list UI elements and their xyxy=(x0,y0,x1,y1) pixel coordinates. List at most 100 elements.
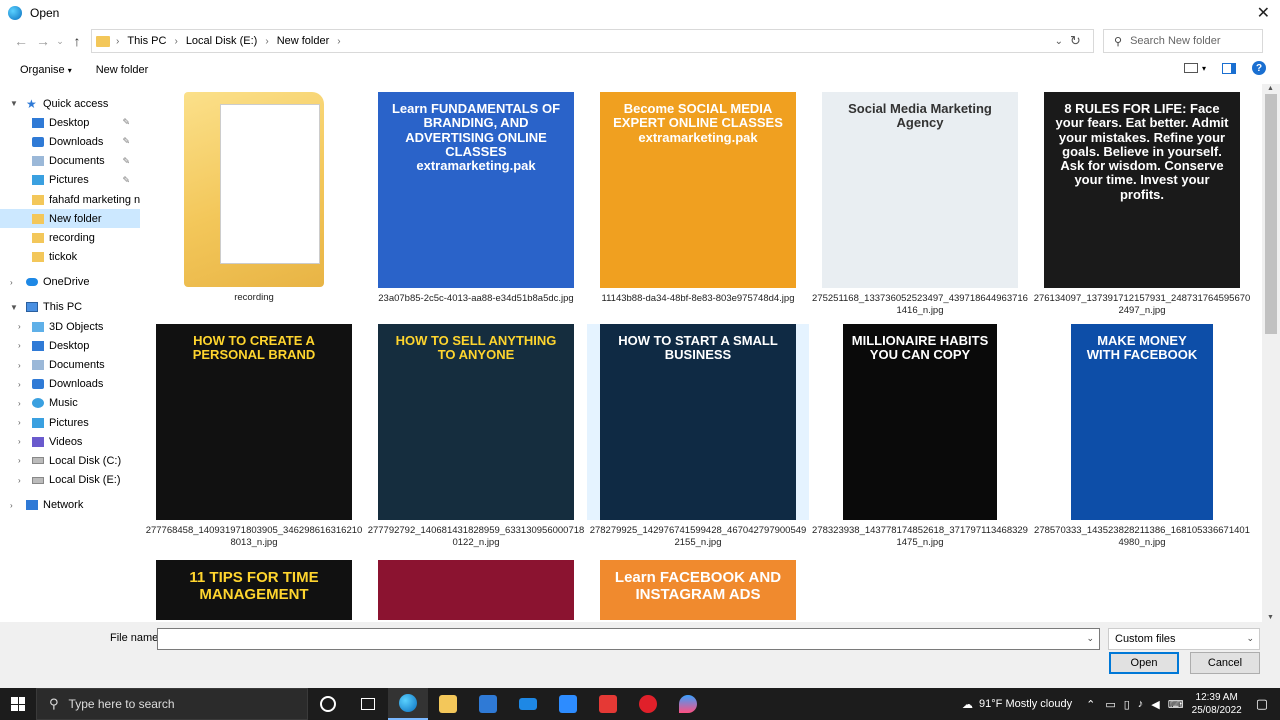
vertical-scrollbar[interactable]: ▲ ▼ xyxy=(1262,84,1280,622)
refresh-icon[interactable]: ↻ xyxy=(1070,33,1081,49)
image-file-tile[interactable]: Social Media Marketing Agency 275251168_1… xyxy=(809,92,1031,316)
volume-icon[interactable]: ◀ xyxy=(1151,698,1159,711)
up-arrow-icon[interactable]: ↑ xyxy=(66,33,88,49)
image-file-tile[interactable]: Learn FUNDAMENTALS OF BRANDING, AND ADVE… xyxy=(365,92,587,305)
weather-icon[interactable]: ☁ xyxy=(962,698,973,711)
file-explorer-icon[interactable] xyxy=(428,688,468,720)
task-view-icon[interactable] xyxy=(348,688,388,720)
chevron-right-icon[interactable]: › xyxy=(18,322,21,331)
nav-item[interactable]: Desktop ✎ xyxy=(0,113,140,132)
help-icon[interactable]: ? xyxy=(1252,61,1266,75)
microphone-icon[interactable]: ♪ xyxy=(1138,698,1144,710)
nav-item[interactable]: › Pictures xyxy=(0,413,140,432)
nav-item[interactable]: › 3D Objects xyxy=(0,317,140,336)
image-file-tile[interactable]: Learn FACEBOOK AND INSTAGRAM ADS xyxy=(587,560,809,620)
search-input[interactable]: ⚲ Search New folder xyxy=(1103,29,1263,53)
nav-item[interactable]: Downloads ✎ xyxy=(0,132,140,151)
nav-item[interactable]: › Downloads xyxy=(0,375,140,394)
nav-item[interactable]: tickok xyxy=(0,248,140,267)
start-button[interactable] xyxy=(0,688,36,720)
thumbnail-caption: Become SOCIAL MEDIA EXPERT ONLINE CLASSE… xyxy=(613,101,783,145)
chevron-right-icon[interactable]: › xyxy=(18,456,21,465)
image-file-tile[interactable]: 11 TIPS FOR TIME MANAGEMENT xyxy=(143,560,365,620)
clock[interactable]: 12:39 AM 25/08/2022 xyxy=(1192,691,1242,717)
new-folder-button[interactable]: New folder xyxy=(96,64,149,76)
chevron-right-icon[interactable]: › xyxy=(18,476,21,485)
nav-item[interactable]: recording xyxy=(0,228,140,247)
file-name-input[interactable]: ⌄ xyxy=(157,628,1100,650)
image-file-tile[interactable]: MAKE MONEY WITH FACEBOOK 278570333_143523… xyxy=(1031,324,1253,548)
image-file-tile[interactable]: MILLIONAIRE HABITS YOU CAN COPY 278323938… xyxy=(809,324,1031,548)
image-file-tile[interactable] xyxy=(365,560,587,620)
chevron-right-icon[interactable]: › xyxy=(10,501,13,510)
open-button[interactable]: Open xyxy=(1109,652,1179,674)
chevron-down-icon[interactable]: ⌄ xyxy=(1086,633,1094,644)
chevron-down-icon[interactable]: ▼ xyxy=(10,99,18,108)
file-name-label: 278279925_142976741599428_46704279790054… xyxy=(589,525,807,548)
nav-item[interactable]: Pictures ✎ xyxy=(0,171,140,190)
preview-pane-icon[interactable] xyxy=(1222,62,1236,74)
close-icon[interactable]: ✕ xyxy=(1257,3,1270,23)
chevron-right-icon[interactable]: › xyxy=(18,341,21,350)
store-icon[interactable] xyxy=(468,688,508,720)
forward-arrow-icon[interactable]: → xyxy=(32,33,54,49)
scroll-up-icon[interactable]: ▲ xyxy=(1267,85,1274,92)
address-bar[interactable]: › This PC › Local Disk (E:) › New folder… xyxy=(91,29,1094,53)
nav-item[interactable]: › Desktop xyxy=(0,336,140,355)
cancel-button[interactable]: Cancel xyxy=(1190,652,1260,674)
breadcrumb-this-pc[interactable]: This PC xyxy=(127,35,166,47)
weather-text[interactable]: 91°F Mostly cloudy xyxy=(979,698,1072,710)
back-arrow-icon[interactable]: ← xyxy=(10,33,32,49)
folder-tile[interactable]: recording xyxy=(143,92,365,304)
edge-app-icon xyxy=(8,6,22,20)
mail-icon[interactable] xyxy=(508,688,548,720)
nav-item[interactable]: New folder xyxy=(0,209,140,229)
nav-item[interactable]: fahafd marketing n xyxy=(0,190,140,209)
nav-item[interactable]: › Music xyxy=(0,394,140,413)
battery-icon[interactable]: ▯ xyxy=(1124,698,1130,711)
zoom-icon[interactable] xyxy=(548,688,588,720)
image-file-tile[interactable]: HOW TO SELL ANYTHING TO ANYONE 277792792_… xyxy=(365,324,587,548)
scroll-down-icon[interactable]: ▼ xyxy=(1267,614,1274,621)
cortana-icon[interactable] xyxy=(308,688,348,720)
nav-item[interactable]: ▼ This PC xyxy=(0,298,140,317)
nav-item[interactable]: ▼ ★ Quick access xyxy=(0,94,140,113)
nav-item[interactable]: › Network xyxy=(0,496,140,515)
breadcrumb-local-disk-e[interactable]: Local Disk (E:) xyxy=(186,35,258,47)
chevron-right-icon[interactable]: › xyxy=(18,380,21,389)
nav-item[interactable]: › Local Disk (C:) xyxy=(0,451,140,470)
scrollbar-thumb[interactable] xyxy=(1265,94,1277,334)
chevron-right-icon[interactable]: › xyxy=(18,418,21,427)
recent-dropdown-icon[interactable]: ⌄ xyxy=(54,36,66,47)
chevron-up-icon[interactable]: ⌃ xyxy=(1086,698,1095,711)
chevron-right-icon[interactable]: › xyxy=(18,361,21,370)
chevron-down-icon[interactable]: ▾ xyxy=(1202,64,1206,73)
chevron-down-icon[interactable]: ▼ xyxy=(10,303,18,312)
notifications-icon[interactable]: ▢ xyxy=(1256,696,1268,712)
view-options-icon[interactable] xyxy=(1183,63,1198,73)
nav-item[interactable]: Documents ✎ xyxy=(0,152,140,171)
nav-item[interactable]: › Videos xyxy=(0,432,140,451)
wps-icon[interactable] xyxy=(588,688,628,720)
edge-taskbar-icon[interactable] xyxy=(388,688,428,720)
chevron-right-icon[interactable]: › xyxy=(18,437,21,446)
image-file-tile[interactable]: HOW TO CREATE A PERSONAL BRAND 277768458_… xyxy=(143,324,365,548)
chevron-down-icon[interactable]: ⌄ xyxy=(1055,36,1063,47)
taskbar-search-input[interactable]: ⚲ Type here to search xyxy=(36,688,308,720)
image-file-tile[interactable]: HOW TO START A SMALL BUSINESS 278279925_1… xyxy=(587,324,809,548)
language-icon[interactable]: ⌨ xyxy=(1168,698,1184,711)
chevron-right-icon[interactable]: › xyxy=(10,278,13,287)
chevron-right-icon[interactable]: › xyxy=(18,399,21,408)
image-file-tile[interactable]: 8 RULES FOR LIFE: Face your fears. Eat b… xyxy=(1031,92,1253,316)
opera-icon[interactable] xyxy=(628,688,668,720)
image-file-tile[interactable]: Become SOCIAL MEDIA EXPERT ONLINE CLASSE… xyxy=(587,92,809,305)
organise-button[interactable]: Organise ▾ xyxy=(20,64,72,76)
breadcrumb-new-folder[interactable]: New folder xyxy=(277,35,330,47)
pin-icon: ✎ xyxy=(122,174,130,185)
file-type-select[interactable]: Custom files ⌄ xyxy=(1108,628,1260,650)
network-tray-icon[interactable]: ▭ xyxy=(1105,698,1115,711)
nav-item[interactable]: › Local Disk (E:) xyxy=(0,471,140,490)
paint-icon[interactable] xyxy=(668,688,708,720)
nav-item[interactable]: › Documents xyxy=(0,355,140,374)
nav-item[interactable]: › OneDrive xyxy=(0,273,140,292)
